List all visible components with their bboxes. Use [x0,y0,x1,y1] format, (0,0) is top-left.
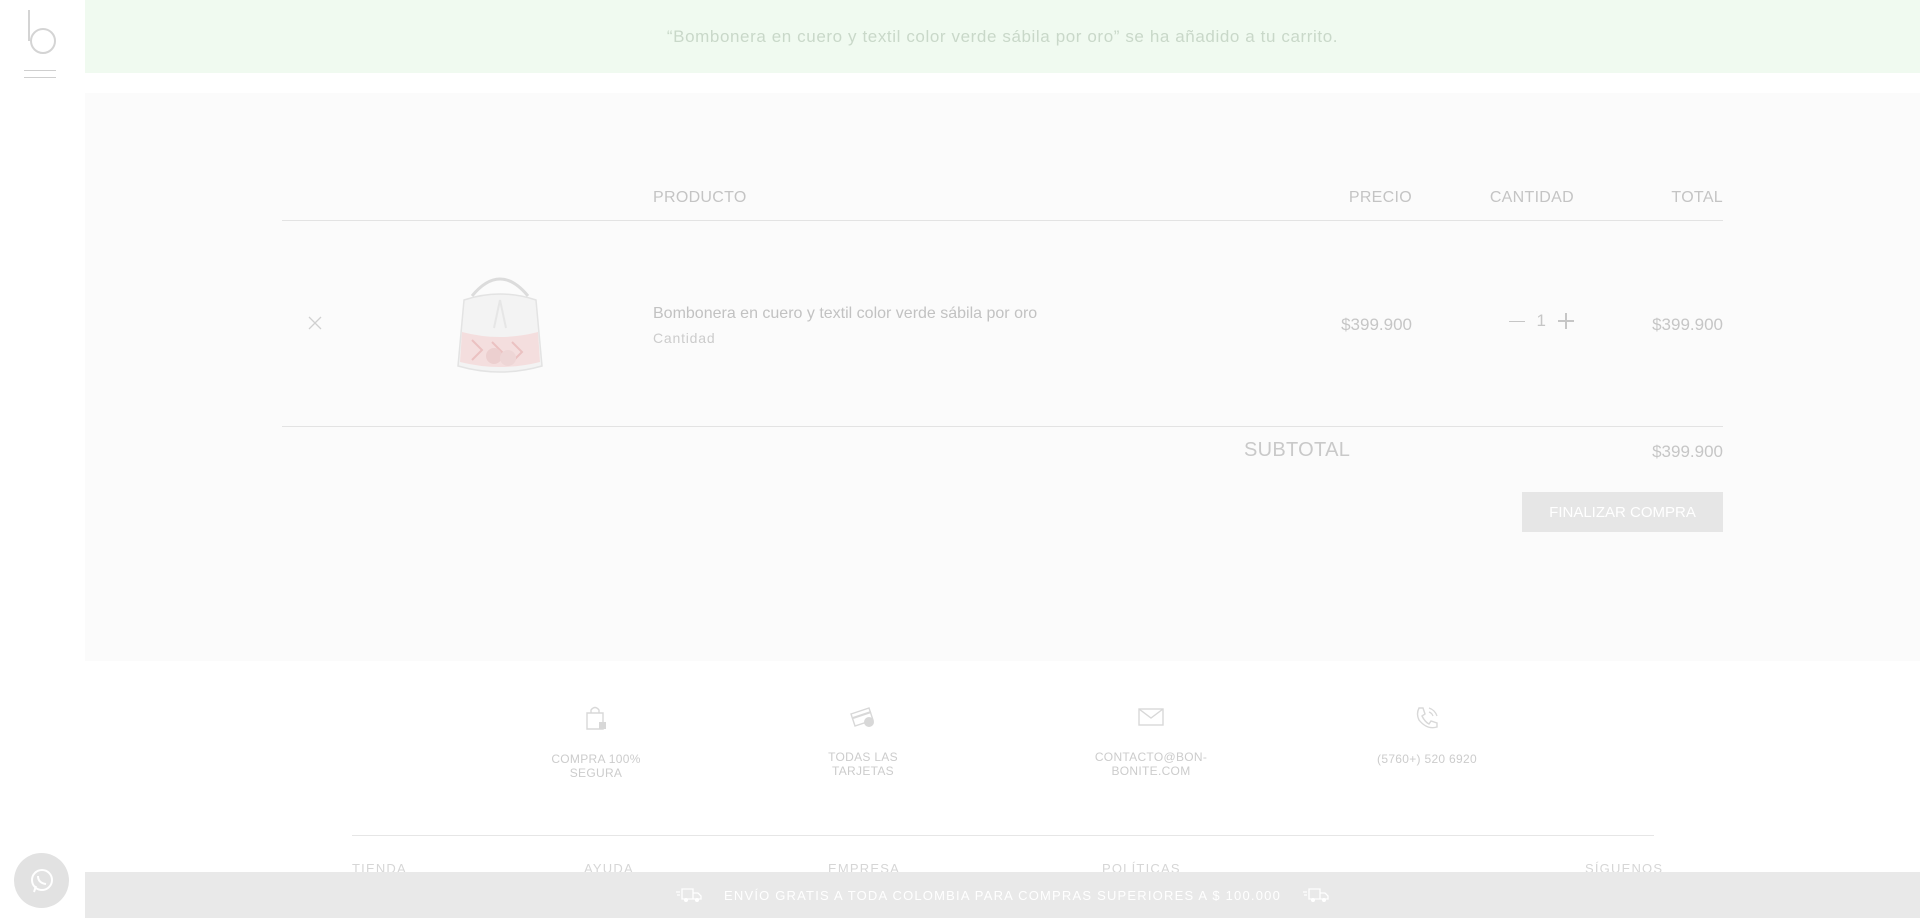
trust-cards: TODAS LAS TARJETAS [798,704,928,778]
header-quantity: CANTIDAD [1489,189,1574,206]
footer-divider [352,835,1654,836]
delivery-truck-icon [675,888,702,902]
card-icon [850,707,874,727]
checkout-button[interactable]: FINALIZAR COMPRA [1522,492,1723,532]
added-to-cart-notice: “Bombonera en cuero y textil color verde… [85,0,1920,73]
product-line-total: $399.900 [1652,315,1723,334]
cart-item-row: Bombonera en cuero y textil color verde … [282,221,1723,427]
secure-bag-icon [586,706,606,730]
quantity-stepper: 1 [1508,311,1574,331]
handbag-product-image[interactable] [442,266,558,381]
notice-message: “Bombonera en cuero y textil color verde… [666,26,1339,46]
header-total: TOTAL [1671,189,1723,206]
subtotal-label: SUBTOTAL [1244,439,1351,461]
trust-secure: COMPRA 100% SEGURA [531,704,661,780]
quantity-value[interactable]: 1 [1537,311,1546,331]
cart-page: “Bombonera en cuero y textil color verde… [0,0,1920,918]
trust-phone[interactable]: (5760+) 520 6920 [1372,704,1482,766]
free-shipping-bar: ENVÍO GRATIS A TODA COLOMBIA PARA COMPRA… [85,872,1920,918]
increase-quantity-button[interactable] [1558,313,1574,329]
header-product: PRODUCTO [653,189,747,206]
decrease-quantity-button[interactable] [1508,313,1525,329]
cart-table-header: PRODUCTO PRECIO CANTIDAD TOTAL [282,185,1723,221]
delivery-truck-icon [1303,888,1329,902]
brand-logo[interactable] [26,8,58,56]
trust-cards-label: TODAS LAS TARJETAS [828,750,898,778]
left-rail [0,0,85,918]
product-name-link[interactable]: Bombonera en cuero y textil color verde … [653,305,1037,323]
menu-icon[interactable] [24,70,56,86]
trust-secure-label: COMPRA 100% SEGURA [551,752,641,780]
trust-email[interactable]: CONTACTO@BON-BONITE.COM [1065,704,1237,778]
header-price: PRECIO [1348,189,1412,206]
mail-icon [1138,708,1164,726]
phone-icon [1416,707,1438,729]
trust-email-label[interactable]: CONTACTO@BON-BONITE.COM [1095,750,1207,778]
whatsapp-icon [30,868,53,892]
free-shipping-text: ENVÍO GRATIS A TODA COLOMBIA PARA COMPRA… [723,887,1282,903]
trust-phone-label[interactable]: (5760+) 520 6920 [1377,752,1477,766]
remove-item-icon[interactable] [306,314,324,332]
subtotal-value: $399.900 [1652,442,1723,461]
whatsapp-chat-button[interactable] [14,853,69,908]
product-meta: Cantidad [653,330,716,346]
product-price: $399.900 [1341,315,1412,334]
